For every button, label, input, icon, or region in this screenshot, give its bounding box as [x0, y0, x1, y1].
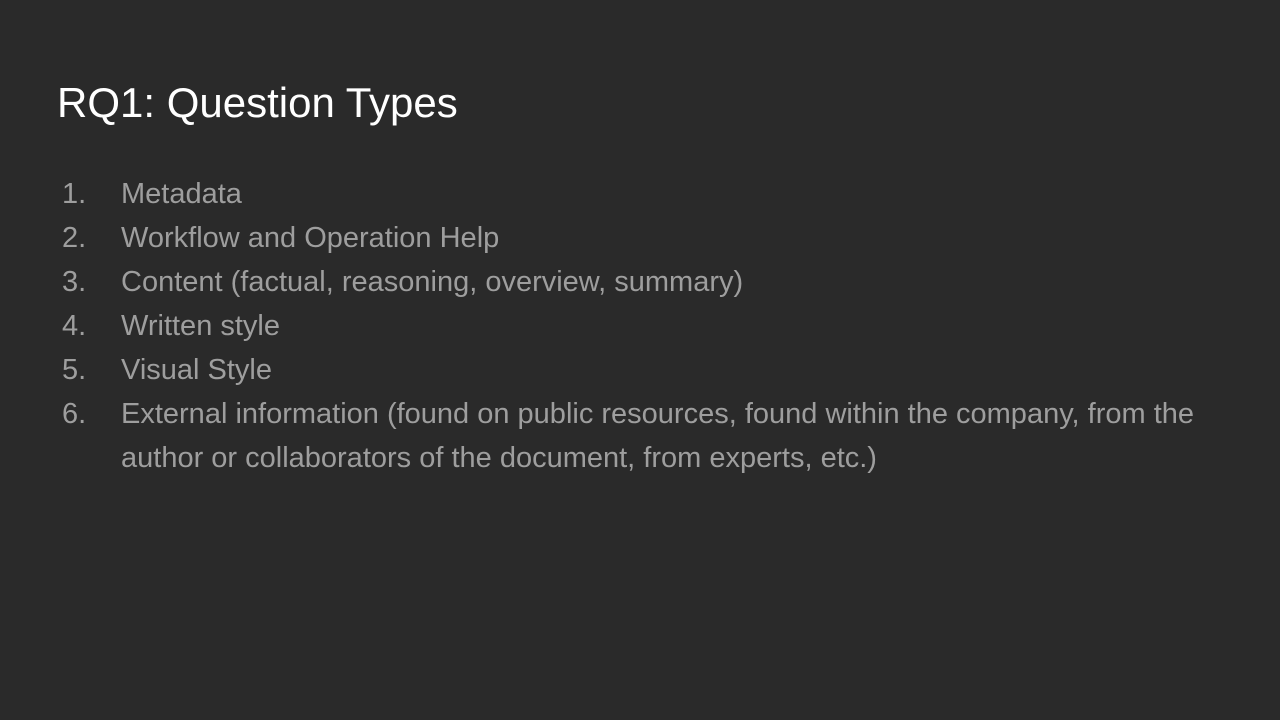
- slide-title: RQ1: Question Types: [57, 79, 458, 126]
- list-item: 5. Visual Style: [62, 348, 1232, 392]
- list-item-text: Metadata: [121, 178, 242, 210]
- list-item-number: 5.: [62, 354, 87, 386]
- list-item: 6. External information (found on public…: [62, 392, 1232, 480]
- list-item: 1. Metadata: [62, 172, 1232, 216]
- list-item: 4. Written style: [62, 304, 1232, 348]
- slide: RQ1: Question Types 1. Metadata 2. Workf…: [0, 0, 1280, 720]
- list-item-text: Workflow and Operation Help: [121, 222, 500, 254]
- list-item: 2. Workflow and Operation Help: [62, 216, 1232, 260]
- list-item-number: 3.: [62, 266, 87, 298]
- list-item-text: External information (found on public re…: [121, 398, 1195, 474]
- list-item-number: 1.: [62, 178, 87, 210]
- list-item-number: 6.: [62, 398, 87, 430]
- list-item-number: 2.: [62, 222, 87, 254]
- list-item-number: 4.: [62, 310, 87, 342]
- list-item-text: Visual Style: [121, 354, 272, 386]
- list-item-text: Content (factual, reasoning, overview, s…: [121, 266, 744, 298]
- list-item: 3. Content (factual, reasoning, overview…: [62, 260, 1232, 304]
- question-types-list: 1. Metadata 2. Workflow and Operation He…: [62, 172, 1232, 480]
- list-item-text: Written style: [121, 310, 281, 342]
